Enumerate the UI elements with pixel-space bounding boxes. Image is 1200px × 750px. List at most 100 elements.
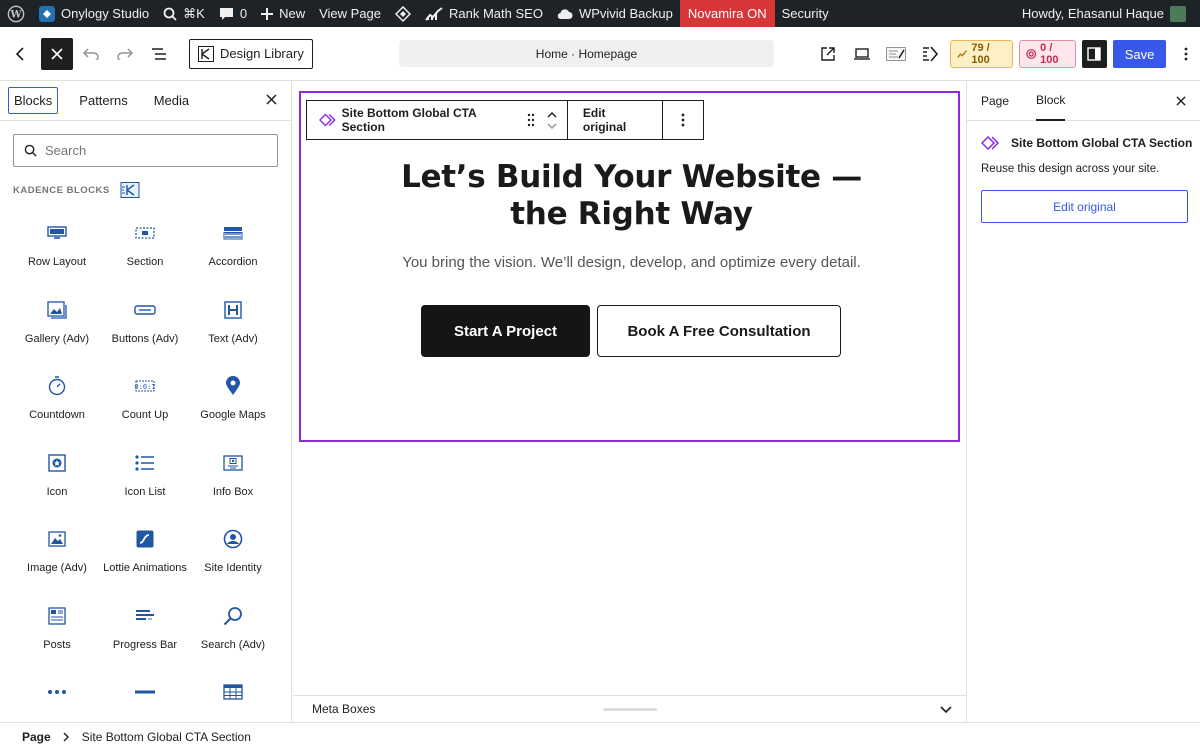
tab-blocks[interactable]: Blocks [8,87,59,114]
meta-boxes-panel[interactable]: Meta Boxes [293,695,966,722]
secondary-button-label: Book A Free Consultation [627,322,811,340]
preview-button[interactable] [848,38,876,70]
block-countdown[interactable]: Countdown [13,374,101,451]
block-image[interactable]: Image (Adv) [13,527,101,604]
edit-original-button[interactable]: Edit original [981,190,1188,223]
block-type-switcher[interactable]: Site Bottom Global CTA Section [307,101,521,139]
account-menu[interactable]: Howdy, Ehasanul Haque [1015,0,1200,27]
block-label: Gallery (Adv) [24,332,90,345]
toolbar-edit-original-button[interactable]: Edit original [566,101,662,139]
map-pin-icon [226,376,240,395]
drag-handle-icon [527,113,535,127]
block-search-input[interactable]: Search [13,134,278,167]
dashboard-widget-button[interactable] [882,38,910,70]
block-label: Icon List [124,485,166,498]
desktop-icon [854,48,870,60]
inserter-tabs: Blocks Patterns Media [0,81,291,121]
cta-heading[interactable]: Let’s Build Your Website — the Right Way [301,159,962,233]
command-palette[interactable]: ⌘K [156,0,212,27]
start-project-button[interactable]: Start A Project [421,305,590,357]
block-count-up[interactable]: 0:0:7 Count Up [101,374,189,451]
rank-math-menu[interactable]: Rank Math SEO [418,0,550,27]
rank-math-icon [425,6,443,21]
kadence-tools-button[interactable] [916,38,944,70]
block-progress-bar[interactable]: Progress Bar [101,604,189,681]
svg-text:W: W [9,9,22,20]
security-menu[interactable]: Security [775,0,836,27]
site-name-menu[interactable]: Onylogy Studio [32,0,156,27]
wpvivid-menu[interactable]: WPvivid Backup [550,0,680,27]
toolbar-block-name: Site Bottom Global CTA Section [341,106,477,134]
block-text[interactable]: Text (Adv) [189,298,277,375]
block-posts[interactable]: Posts [13,604,101,681]
tab-page[interactable]: Page [981,81,1009,121]
breadcrumb-current[interactable]: Site Bottom Global CTA Section [82,730,251,744]
options-menu-button[interactable] [1172,38,1200,70]
close-settings-button[interactable] [1176,94,1186,109]
chevron-down-icon[interactable] [547,123,557,129]
block-options-button[interactable] [662,101,703,139]
kadence-blocks-heading: KADENCE BLOCKS [13,182,140,198]
document-title-bar[interactable]: Home · Homepage [399,40,774,67]
block-google-maps[interactable]: Google Maps [189,374,277,451]
drag-handle[interactable] [521,101,541,139]
new-content-menu[interactable]: New [254,0,312,27]
free-consultation-button[interactable]: Book A Free Consultation [597,305,841,357]
block-label: Lottie Animations [103,562,187,574]
block-info-box[interactable]: Info Box [189,451,277,528]
tab-block[interactable]: Block [1036,81,1066,121]
cta-heading-line-1: Let’s Build Your Website — [401,159,862,195]
block-row-layout[interactable]: Row Layout [13,221,101,298]
cta-subheading[interactable]: You bring the vision. We’ll design, deve… [301,254,962,271]
document-overview-button[interactable] [143,38,175,70]
block-search-adv[interactable]: Search (Adv) [189,604,277,681]
tab-media[interactable]: Media [149,88,194,113]
close-inserter-button[interactable] [41,37,73,70]
diamond-icon [395,5,412,22]
block-more-2[interactable] [101,680,189,722]
settings-sidebar-toggle[interactable] [1082,40,1107,68]
content-score-badge[interactable]: 0 / 100 [1018,40,1077,68]
block-label: Image (Adv) [27,562,87,574]
view-page-button[interactable] [814,38,842,70]
comments-menu[interactable]: 0 [212,0,254,27]
back-button[interactable] [4,38,36,70]
redo-button[interactable] [109,38,141,70]
novamira-toggle[interactable]: Novamira ON [679,0,775,27]
resize-handle[interactable] [603,708,657,711]
undo-button[interactable] [75,38,107,70]
block-more-3[interactable] [189,680,277,722]
accordion-icon [223,227,243,240]
block-gallery[interactable]: Gallery (Adv) [13,298,101,375]
block-section[interactable]: Section [101,221,189,298]
tab-patterns[interactable]: Patterns [74,88,132,113]
block-buttons[interactable]: Buttons (Adv) [101,298,189,375]
gallery-icon [47,300,67,319]
chevron-left-icon [15,46,24,61]
save-button[interactable]: Save [1112,40,1167,68]
breadcrumb-root[interactable]: Page [22,730,51,744]
seo-score-badge[interactable]: 79 / 100 [950,40,1013,68]
kadence-logo-icon [120,182,140,198]
seo-score-value: 79 / 100 [971,42,990,66]
editor-canvas: Site Bottom Global CTA Section Edit orig… [293,81,966,695]
block-icon-list[interactable]: Icon List [101,451,189,528]
block-more-1[interactable] [13,680,101,722]
target-icon [1026,49,1036,59]
progress-bar-icon [136,609,154,620]
cta-section-block[interactable]: Site Bottom Global CTA Section Edit orig… [299,91,960,442]
block-icon[interactable]: Icon [13,451,101,528]
chevron-up-icon[interactable] [547,111,557,118]
wp-logo-menu[interactable]: W [0,0,32,27]
view-page-link[interactable]: View Page [312,0,388,27]
row-layout-icon [47,226,67,239]
block-lottie[interactable]: Lottie Animations [101,527,189,604]
meta-boxes-toggle[interactable] [940,703,952,717]
design-library-label: Design Library [220,46,304,61]
block-site-identity[interactable]: Site Identity [189,527,277,604]
kadence-menu[interactable] [388,0,418,27]
close-inserter-panel-button[interactable] [266,93,277,108]
block-label: Icon [46,485,68,498]
block-accordion[interactable]: Accordion [189,221,277,298]
design-library-button[interactable]: Design Library [189,38,313,69]
